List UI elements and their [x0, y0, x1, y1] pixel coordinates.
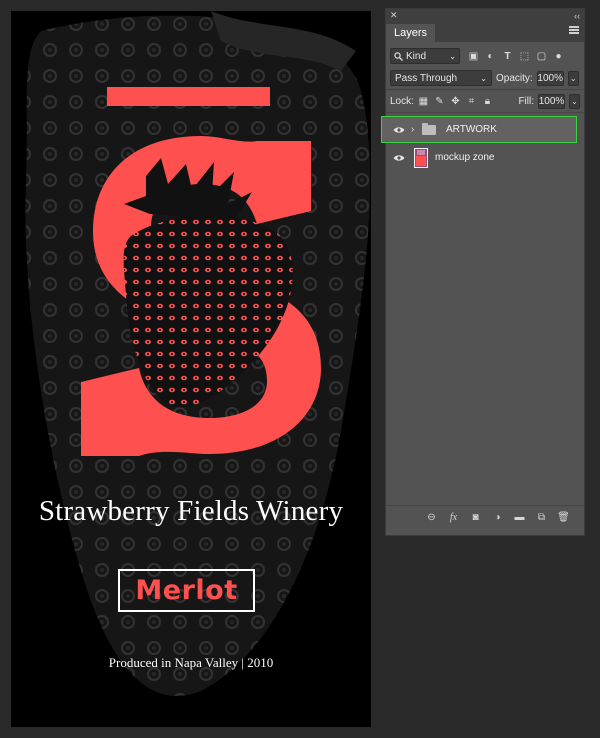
shape-filter-icon[interactable]: ⬚: [519, 51, 530, 62]
panel-topbar: ✕ ‹‹: [386, 9, 584, 22]
chevron-down-icon: ⌄: [449, 51, 456, 61]
close-icon[interactable]: ✕: [390, 10, 398, 21]
filter-kind-label: Kind: [406, 50, 427, 62]
layer-row-mockup-zone[interactable]: mockup zone: [382, 145, 576, 170]
strawberry-illustration: [123, 158, 293, 408]
layer-row-artwork[interactable]: › ARTWORK: [381, 116, 577, 143]
lock-artboard-icon[interactable]: ⌗: [466, 96, 477, 107]
letter-macron-bar: [107, 87, 270, 106]
chevron-right-icon[interactable]: ›: [411, 124, 419, 135]
eye-icon[interactable]: [393, 154, 405, 162]
smart-object-filter-icon[interactable]: ▢: [536, 51, 547, 62]
filter-icons: ▣ ◐ T ⬚ ▢ ●: [468, 51, 564, 62]
layer-mask-icon[interactable]: ◙: [469, 512, 482, 524]
collapse-icon[interactable]: ‹‹: [574, 11, 580, 21]
opacity-input[interactable]: 100%: [536, 70, 564, 86]
layer-thumbnail: [414, 147, 428, 168]
produced-line: Produced in Napa Valley | 2010: [108, 655, 274, 670]
fx-icon[interactable]: fx: [447, 512, 460, 524]
adjustment-layer-icon[interactable]: ◑: [491, 512, 504, 524]
opacity-label: Opacity:: [496, 72, 533, 84]
eye-icon[interactable]: [393, 126, 405, 134]
layer-list: › ARTWORK mockup zone: [381, 113, 584, 170]
folder-icon: [422, 122, 436, 135]
document-canvas[interactable]: Strawberry Fields Winery Merlot Produced…: [11, 11, 371, 727]
trash-icon[interactable]: 🗑︎: [557, 512, 570, 524]
filter-kind-select[interactable]: Kind ⌄: [390, 48, 460, 64]
lock-all-icon[interactable]: 🔒︎: [482, 96, 493, 107]
lock-label: Lock:: [390, 95, 414, 107]
filter-row: Kind ⌄ ▣ ◐ T ⬚ ▢ ●: [386, 45, 584, 67]
layer-name: ARTWORK: [446, 124, 497, 135]
adjustment-filter-icon[interactable]: ◐: [485, 51, 496, 62]
layer-name: mockup zone: [435, 152, 495, 163]
layers-footer-toolbar: ⊖ fx ◙ ◑ ▬ ⧉ 🗑︎: [386, 505, 584, 529]
search-icon: [394, 51, 403, 61]
panel-tab-row: Layers: [386, 22, 584, 42]
blend-mode-value: Pass Through: [395, 72, 458, 84]
link-layers-icon[interactable]: ⊖: [425, 512, 438, 524]
fill-input[interactable]: 100%: [538, 93, 565, 109]
chevron-down-icon: ⌄: [480, 73, 487, 83]
lock-icons: ▦ ✎ ✥ ⌗ 🔒︎: [418, 96, 493, 107]
wine-type-label: Merlot: [135, 575, 238, 606]
winery-name: Strawberry Fields Winery: [38, 495, 344, 527]
opacity-dropdown-button[interactable]: ⌄: [567, 70, 579, 86]
panel-menu-icon[interactable]: [569, 26, 579, 34]
new-group-icon[interactable]: ▬: [513, 512, 526, 524]
type-filter-icon[interactable]: T: [502, 51, 513, 62]
tab-layers[interactable]: Layers: [386, 24, 436, 42]
lock-row: Lock: ▦ ✎ ✥ ⌗ 🔒︎ Fill: 100% ⌄: [386, 90, 584, 112]
new-layer-icon[interactable]: ⧉: [535, 512, 548, 524]
fill-dropdown-button[interactable]: ⌄: [569, 93, 580, 109]
blend-row: Pass Through ⌄ Opacity: 100% ⌄: [386, 67, 584, 89]
image-filter-icon[interactable]: ▣: [468, 51, 479, 62]
blend-mode-select[interactable]: Pass Through ⌄: [390, 70, 492, 86]
wine-type-box: Merlot: [118, 569, 255, 612]
fill-label: Fill:: [518, 95, 534, 107]
layers-panel: ✕ ‹‹ Layers Kind ⌄ ▣ ◐ T ⬚ ▢ ● Pass Thro…: [381, 8, 585, 536]
lock-transparent-icon[interactable]: ▦: [418, 96, 429, 107]
filter-toggle-icon[interactable]: ●: [553, 51, 564, 62]
lock-paint-icon[interactable]: ✎: [434, 96, 445, 107]
lock-position-icon[interactable]: ✥: [450, 96, 461, 107]
